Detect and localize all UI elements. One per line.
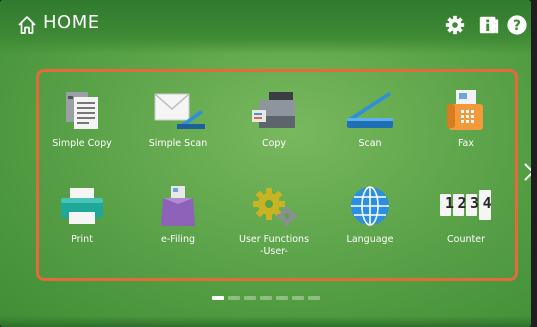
copy-icon — [252, 92, 295, 128]
counter-digits: 1234 — [445, 194, 496, 212]
app-label: Scan — [358, 138, 382, 149]
svg-text:?: ? — [513, 18, 521, 34]
app-copy[interactable]: Copy — [229, 88, 319, 150]
page-dot-1[interactable] — [212, 296, 224, 300]
print-icon — [61, 188, 103, 224]
app-label: Counter — [447, 234, 485, 245]
app-user-functions[interactable]: User Functions -User- — [229, 184, 319, 258]
chevron-right-icon[interactable] — [522, 160, 531, 184]
settings-gear-icon[interactable] — [444, 14, 466, 36]
app-label: Copy — [261, 138, 287, 149]
app-label: User Functions -User- — [238, 234, 310, 257]
app-label: Simple Scan — [148, 138, 208, 149]
app-scan[interactable]: Scan — [325, 88, 415, 150]
app-label: Print — [71, 234, 93, 245]
app-language[interactable]: Language — [325, 184, 415, 246]
app-e-filing[interactable]: e-Filing — [133, 184, 223, 246]
page-dot-4[interactable] — [260, 296, 272, 300]
app-print[interactable]: Print — [37, 184, 127, 246]
page-dot-7[interactable] — [308, 296, 320, 300]
page-dot-5[interactable] — [276, 296, 288, 300]
simple-scan-icon — [154, 93, 205, 129]
globe-icon — [351, 186, 389, 226]
home-icon[interactable] — [17, 15, 37, 35]
app-label: Simple Copy — [52, 138, 112, 149]
scan-icon — [347, 92, 393, 128]
page-dot-3[interactable] — [244, 296, 256, 300]
simple-copy-icon — [66, 92, 98, 129]
app-simple-scan[interactable]: Simple Scan — [133, 88, 223, 150]
page-dot-2[interactable] — [228, 296, 240, 300]
app-simple-copy[interactable]: Simple Copy — [37, 88, 127, 150]
page-dot-6[interactable] — [292, 296, 304, 300]
user-functions-gears-icon — [253, 188, 297, 226]
e-filing-icon — [161, 186, 195, 226]
app-fax[interactable]: Fax — [421, 88, 511, 150]
app-label: Language — [346, 234, 394, 245]
help-icon[interactable]: ? — [506, 14, 528, 36]
app-label: Fax — [457, 138, 475, 149]
page-title: HOME — [43, 12, 100, 33]
bottom-bar — [0, 316, 531, 327]
fax-icon — [447, 90, 483, 130]
home-screen: HOME ? Simple Copy Simple Scan Copy Scan… — [0, 0, 531, 327]
app-label: e-Filing — [160, 234, 195, 245]
info-icon[interactable] — [478, 14, 500, 36]
